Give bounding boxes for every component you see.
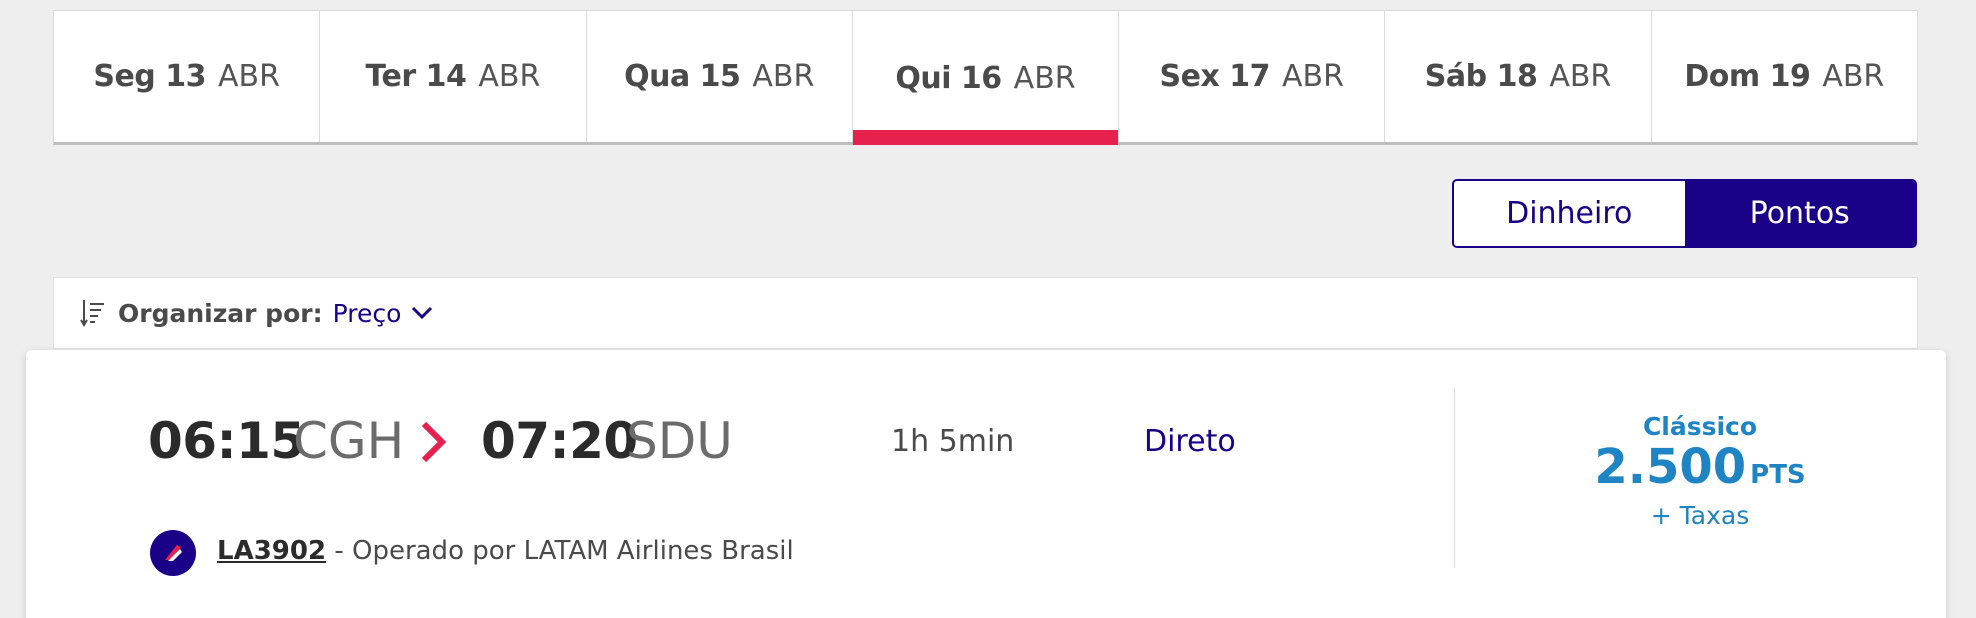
fare-price-value: 2.500 [1594, 439, 1747, 495]
date-tab-day: Sáb 18 [1424, 59, 1538, 94]
date-tab-ter-14[interactable]: Ter 14 ABR [320, 11, 587, 142]
flight-card[interactable]: 06:15 CGH 07:20 SDU 1h 5min Direto Cláss… [26, 350, 1946, 618]
currency-toggle: Dinheiro Pontos [1452, 179, 1917, 248]
date-tab-day: Qui 16 [895, 61, 1002, 96]
date-tab-month: ABR [752, 59, 815, 94]
chevron-right-icon [421, 421, 447, 463]
date-tab-month: ABR [217, 59, 280, 94]
operator-text: - Operado por LATAM Airlines Brasil [326, 536, 794, 566]
date-tabs: Seg 13 ABR Ter 14 ABR Qua 15 ABR Qui 16 … [53, 10, 1918, 145]
date-tab-day: Qua 15 [624, 59, 741, 94]
date-tab-dom-19[interactable]: Dom 19 ABR [1652, 11, 1917, 142]
date-tab-seg-13[interactable]: Seg 13 ABR [54, 11, 321, 142]
departure-airport: CGH [293, 412, 405, 470]
fare-taxes: + Taxas [1650, 501, 1750, 530]
date-tab-day: Ter 14 [365, 59, 467, 94]
flight-duration: 1h 5min [891, 424, 1015, 459]
currency-option-dinheiro[interactable]: Dinheiro [1454, 181, 1685, 246]
date-tab-month: ABR [478, 59, 541, 94]
date-tab-qui-16[interactable]: Qui 16 ABR [852, 11, 1120, 145]
departure-time: 06:15 [148, 412, 305, 470]
date-tab-month: ABR [1013, 61, 1076, 96]
active-tab-indicator [852, 130, 1119, 145]
flight-info: LA3902 - Operado por LATAM Airlines Bras… [217, 536, 794, 566]
chevron-down-icon[interactable] [411, 306, 433, 320]
fare-price: 2.500 PTS [1456, 441, 1944, 501]
date-tab-month: ABR [1549, 59, 1612, 94]
date-tab-day: Seg 13 [93, 59, 206, 94]
date-tab-month: ABR [1822, 59, 1885, 94]
date-tab-sab-18[interactable]: Sáb 18 ABR [1385, 11, 1652, 142]
date-tab-day: Dom 19 [1684, 59, 1811, 94]
sort-icon [80, 300, 104, 327]
date-tab-day: Sex 17 [1159, 59, 1271, 94]
fare-price-unit: PTS [1750, 460, 1806, 490]
date-tab-sex-17[interactable]: Sex 17 ABR [1119, 11, 1386, 142]
arrival-time: 07:20 [481, 412, 638, 470]
latam-logo-icon [150, 530, 196, 576]
flight-number-link[interactable]: LA3902 [217, 536, 326, 566]
fare-option[interactable]: Clássico 2.500 PTS + Taxas [1456, 412, 1944, 530]
flight-stops[interactable]: Direto [1144, 424, 1236, 459]
currency-option-pontos[interactable]: Pontos [1684, 181, 1915, 246]
latam-mark-icon [165, 545, 182, 561]
date-tab-month: ABR [1282, 59, 1344, 94]
card-divider [1454, 388, 1455, 568]
sort-label: Organizar por: [118, 298, 323, 328]
sort-select[interactable]: Preço [333, 299, 402, 328]
fare-brand: Clássico [1642, 412, 1758, 441]
sort-bar: Organizar por: Preço [53, 277, 1918, 349]
arrival-airport: SDU [626, 412, 733, 470]
date-tab-qua-15[interactable]: Qua 15 ABR [587, 11, 853, 142]
